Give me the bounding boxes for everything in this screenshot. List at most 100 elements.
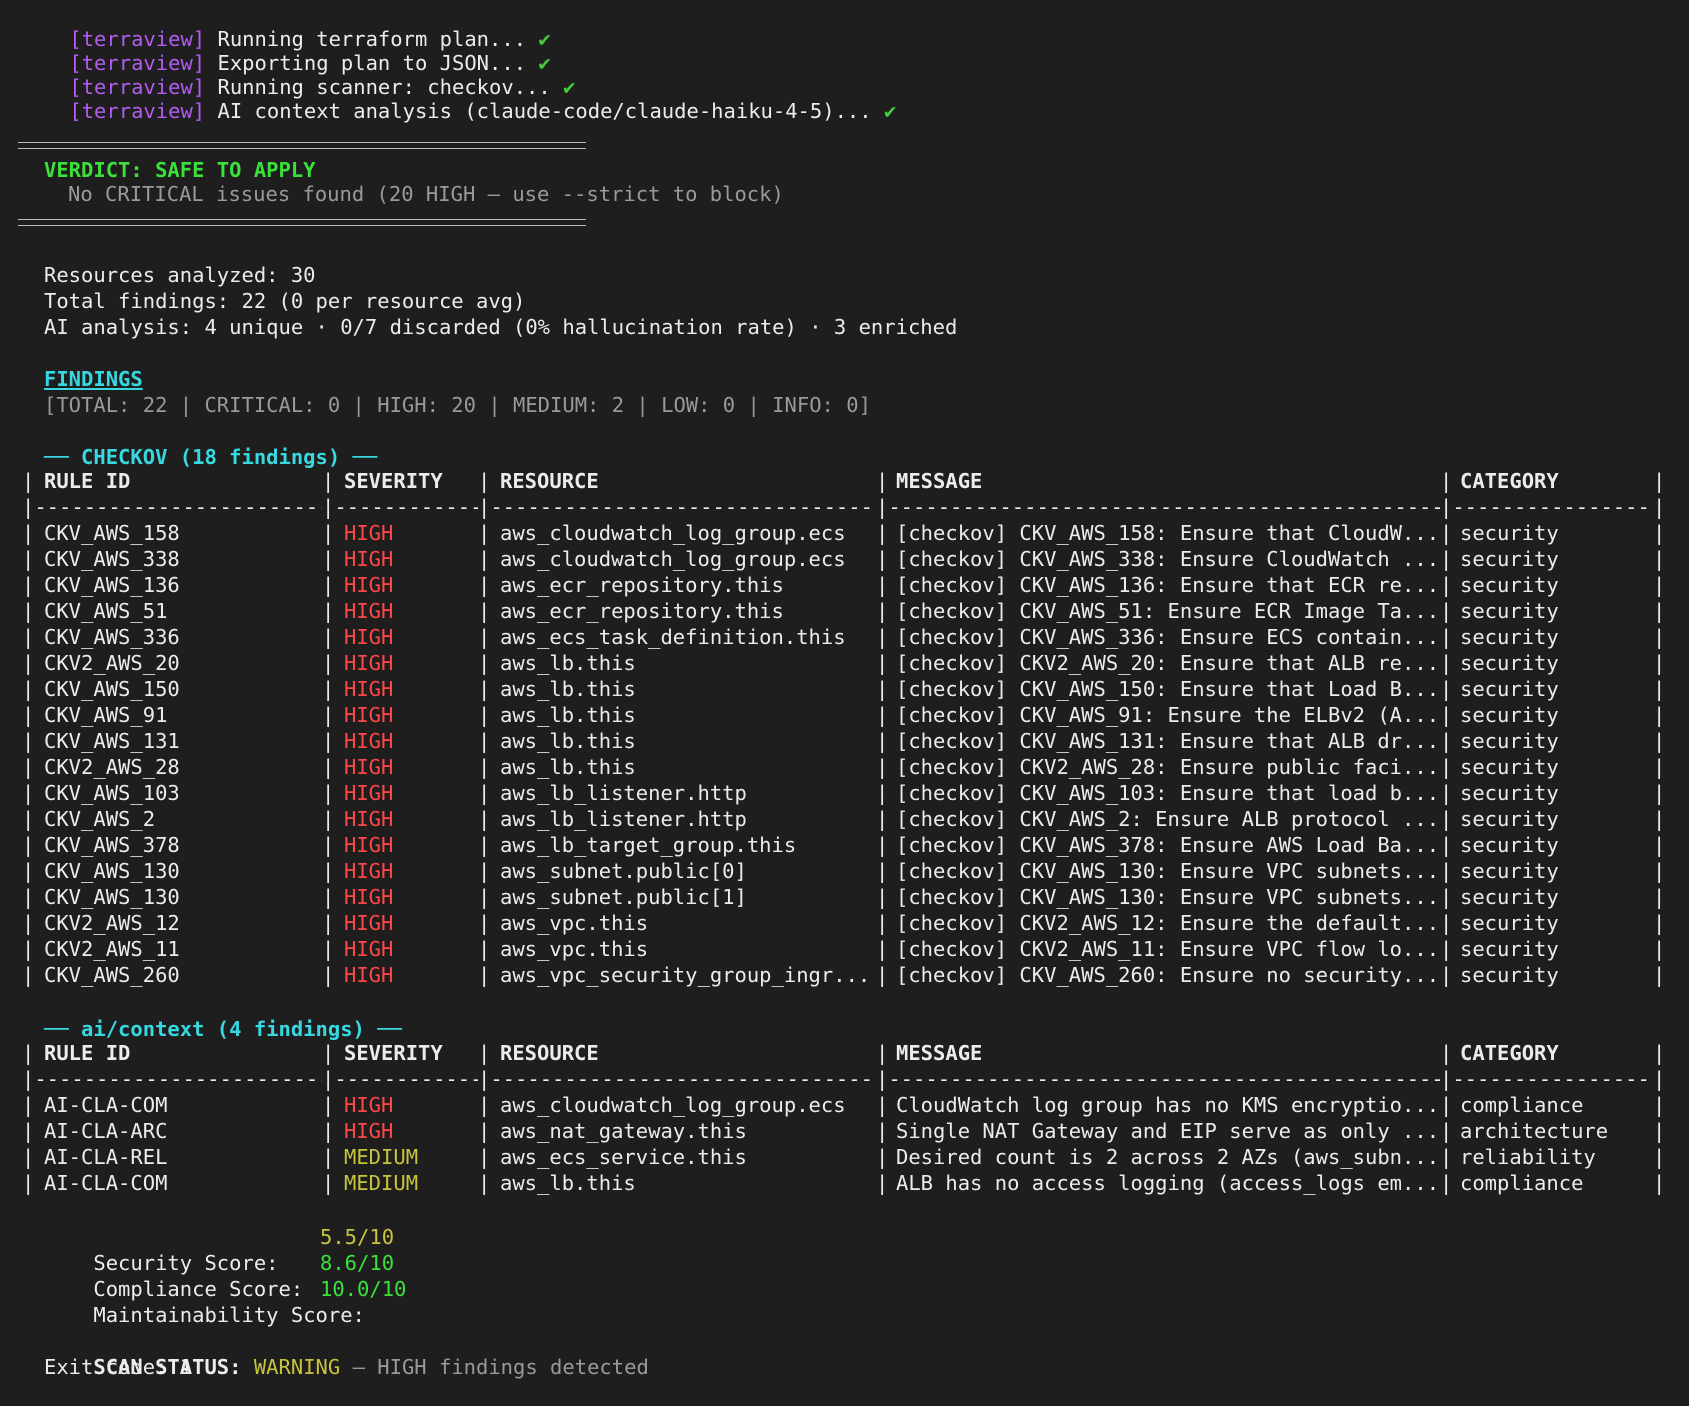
rule-id-cell: CKV_AWS_378 <box>44 833 180 857</box>
severity-cell: HIGH <box>344 703 394 727</box>
verdict-title: VERDICT: SAFE TO APPLY <box>44 158 316 182</box>
severity-cell: HIGH <box>344 911 394 935</box>
column-separator: | <box>1653 833 1666 857</box>
rule-id-cell: CKV_AWS_158 <box>44 521 180 545</box>
column-separator: | <box>876 885 889 909</box>
column-separator: | <box>876 911 889 935</box>
column-separator: | <box>322 963 335 987</box>
score-value-compliance: 8.6/10 <box>320 1251 395 1275</box>
score-row: Compliance Score: <box>44 1250 303 1301</box>
category-cell: compliance <box>1460 1093 1584 1117</box>
column-separator: | <box>1653 963 1666 987</box>
column-separator: | <box>876 937 889 961</box>
message-cell: [checkov] CKV_AWS_338: Ensure CloudWatch… <box>896 547 1436 571</box>
column-separator: | <box>322 937 335 961</box>
column-separator: | <box>478 677 491 701</box>
column-separator: | <box>478 807 491 831</box>
log-tag: [terraview] <box>69 99 206 123</box>
column-separator: | <box>1440 807 1453 831</box>
rule-id-cell: CKV_AWS_336 <box>44 625 180 649</box>
header-separator: |---------------------------------------… <box>22 1067 322 1091</box>
column-separator: | <box>1440 833 1453 857</box>
column-separator: | <box>322 1119 335 1143</box>
rule-id-cell: CKV_AWS_338 <box>44 547 180 571</box>
column-separator: | <box>478 599 491 623</box>
category-cell: security <box>1460 625 1559 649</box>
column-separator: | <box>1653 703 1666 727</box>
severity-cell: HIGH <box>344 625 394 649</box>
column-separator: | <box>322 521 335 545</box>
column-separator: | <box>876 573 889 597</box>
column-separator: | <box>22 703 35 727</box>
header-separator: |---------------------------------------… <box>876 495 1440 519</box>
header-separator: |---------------------------------------… <box>322 495 478 519</box>
message-cell: [checkov] CKV_AWS_260: Ensure no securit… <box>896 963 1436 987</box>
column-separator: | <box>1653 651 1666 675</box>
category-cell: security <box>1460 781 1559 805</box>
rule-id-cell: AI-CLA-ARC <box>44 1119 168 1143</box>
column-separator: | <box>1440 1041 1453 1065</box>
column-separator: | <box>322 547 335 571</box>
severity-cell: MEDIUM <box>344 1145 419 1169</box>
column-separator: | <box>1653 859 1666 883</box>
column-separator: | <box>22 937 35 961</box>
column-separator: | <box>1653 625 1666 649</box>
column-separator: | <box>322 599 335 623</box>
message-cell: [checkov] CKV2_AWS_20: Ensure that ALB r… <box>896 651 1436 675</box>
severity-cell: HIGH <box>344 807 394 831</box>
column-separator: | <box>1440 651 1453 675</box>
column-separator: | <box>322 1171 335 1195</box>
severity-cell: HIGH <box>344 573 394 597</box>
column-separator: | <box>22 807 35 831</box>
column-separator: | <box>1440 729 1453 753</box>
resource-cell: aws_lb.this <box>500 729 636 753</box>
column-separator: | <box>1440 963 1453 987</box>
column-header: MESSAGE <box>896 1041 983 1065</box>
column-separator: | <box>322 1093 335 1117</box>
resource-cell: aws_cloudwatch_log_group.ecs <box>500 547 846 571</box>
column-separator: | <box>478 1119 491 1143</box>
column-separator: | <box>1440 521 1453 545</box>
column-separator: | <box>22 547 35 571</box>
column-separator: | <box>478 651 491 675</box>
column-separator: | <box>1440 677 1453 701</box>
column-separator: | <box>876 625 889 649</box>
log-line: [terraview] Exporting plan to JSON... ✔ <box>20 24 550 75</box>
column-separator: | <box>876 651 889 675</box>
severity-cell: HIGH <box>344 599 394 623</box>
column-separator: | <box>22 599 35 623</box>
column-separator: | <box>22 1119 35 1143</box>
column-header: CATEGORY <box>1460 1041 1559 1065</box>
log-line: [terraview] AI context analysis (claude-… <box>20 72 896 123</box>
column-separator: | <box>1440 1171 1453 1195</box>
rule-id-cell: CKV2_AWS_28 <box>44 755 180 779</box>
column-separator: | <box>322 729 335 753</box>
column-separator: | <box>322 1145 335 1169</box>
category-cell: security <box>1460 547 1559 571</box>
resource-cell: aws_ecs_service.this <box>500 1145 747 1169</box>
column-header: RULE ID <box>44 469 131 493</box>
category-cell: security <box>1460 677 1559 701</box>
column-header: MESSAGE <box>896 469 983 493</box>
resource-cell: aws_lb_listener.http <box>500 781 747 805</box>
column-separator: | <box>478 1145 491 1169</box>
message-cell: Single NAT Gateway and EIP serve as only… <box>896 1119 1436 1143</box>
header-separator: |---------------------------------------… <box>876 1067 1440 1091</box>
column-separator: | <box>1440 625 1453 649</box>
resource-cell: aws_lb_listener.http <box>500 807 747 831</box>
category-cell: reliability <box>1460 1145 1596 1169</box>
findings-summary: [TOTAL: 22 | CRITICAL: 0 | HIGH: 20 | ME… <box>44 393 871 417</box>
column-separator: | <box>876 781 889 805</box>
column-separator: | <box>1653 729 1666 753</box>
column-separator: | <box>1440 1093 1453 1117</box>
rule-id-cell: CKV_AWS_2 <box>44 807 156 831</box>
rule-id-cell: AI-CLA-COM <box>44 1171 168 1195</box>
column-separator: | <box>1653 1093 1666 1117</box>
column-separator: | <box>22 1093 35 1117</box>
category-cell: architecture <box>1460 1119 1609 1143</box>
column-separator: | <box>22 963 35 987</box>
column-separator: | <box>22 521 35 545</box>
message-cell: [checkov] CKV_AWS_130: Ensure VPC subnet… <box>896 859 1436 883</box>
column-separator: | <box>1440 885 1453 909</box>
message-cell: Desired count is 2 across 2 AZs (aws_sub… <box>896 1145 1436 1169</box>
